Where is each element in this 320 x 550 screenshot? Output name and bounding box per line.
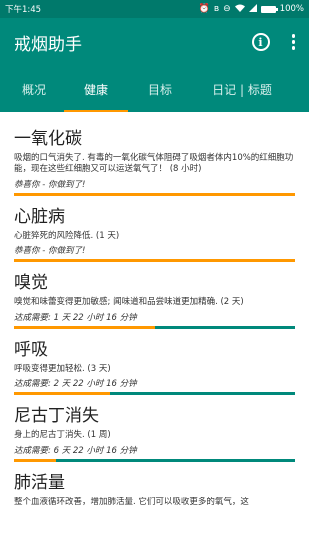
alarm-icon: ⏰ (198, 3, 210, 14)
tab-health[interactable]: 健康 (64, 66, 128, 112)
health-card-carbon-monoxide[interactable]: 一氧化碳 吸烟的口气消失了. 有毒的一氧化碳气体阻碍了吸烟者体内10%的红细胞功… (14, 118, 295, 196)
wifi-icon (234, 4, 245, 15)
health-card-smell[interactable]: 嗅觉 嗅觉和味蕾变得更加敏感; 闻味道和品尝味道更加精确. (2 天) 达成需要… (14, 262, 295, 329)
progress-bar (14, 192, 295, 196)
health-card-lung-capacity[interactable]: 肺活量 整个血液循环改善，增加肺活量. 它们可以吸收更多的氧气，这 (14, 462, 295, 508)
battery-charging-icon (260, 5, 278, 13)
status-icons: ⏰ ʙ ⊖ 100% (198, 3, 304, 15)
card-status: 达成需要: 1 天 22 小时 16 分钟 (14, 312, 137, 323)
health-list[interactable]: 一氧化碳 吸烟的口气消失了. 有毒的一氧化碳气体阻碍了吸烟者体内10%的红细胞功… (0, 112, 309, 508)
health-card-nicotine[interactable]: 尼古丁消失 身上的尼古丁消失. (1 周) 达成需要: 6 天 22 小时 16… (14, 395, 295, 462)
card-title: 尼古丁消失 (14, 406, 99, 427)
progress-bar (14, 259, 295, 263)
card-status: 恭喜你 - 你做到了! (14, 246, 86, 257)
health-card-breathing[interactable]: 呼吸 呼吸变得更加轻松. (3 天) 达成需要: 2 天 22 小时 16 分钟 (14, 329, 295, 396)
card-title: 呼吸 (14, 339, 48, 360)
tab-goals[interactable]: 目标 (128, 66, 192, 112)
progress-bar (14, 458, 295, 462)
dnd-icon: ⊖ (223, 3, 231, 14)
card-description: 呼吸变得更加轻松. (3 天) (14, 363, 111, 374)
card-status: 达成需要: 6 天 22 小时 16 分钟 (14, 445, 137, 456)
card-title: 肺活量 (14, 472, 65, 493)
card-description: 嗅觉和味蕾变得更加敏感; 闻味道和品尝味道更加精确. (2 天) (14, 297, 244, 308)
more-vert-icon[interactable] (288, 34, 300, 50)
tab-bar: 概况 健康 目标 日记 | 标题 (0, 66, 309, 112)
progress-bar (14, 325, 295, 329)
health-card-heart-disease[interactable]: 心脏病 心脏猝死的风险降低. (1 天) 恭喜你 - 你做到了! (14, 196, 295, 263)
status-time: 下午1:45 (5, 5, 42, 15)
card-title: 心脏病 (14, 206, 65, 227)
progress-bar (14, 392, 295, 396)
card-status: 达成需要: 2 天 22 小时 16 分钟 (14, 379, 137, 390)
app-title: 戒烟助手 (14, 34, 82, 55)
info-icon[interactable]: i (251, 33, 270, 51)
sim-icon (248, 3, 257, 15)
card-title: 嗅觉 (14, 273, 48, 294)
app-bar: 戒烟助手 i (0, 18, 309, 66)
status-bar: 下午1:45 ⏰ ʙ ⊖ 100% (0, 0, 309, 18)
tab-diary[interactable]: 日记 | 标题 (192, 66, 292, 112)
bluetooth-icon: ʙ (213, 3, 220, 14)
card-description: 整个血液循环改善，增加肺活量. 它们可以吸收更多的氧气，这 (14, 496, 249, 507)
card-description: 心脏猝死的风险降低. (1 天) (14, 230, 120, 241)
tab-overview[interactable]: 概况 (4, 66, 64, 112)
card-title: 一氧化碳 (14, 129, 82, 149)
battery-percentage: 100% (279, 4, 304, 14)
card-description: 吸烟的口气消失了. 有毒的一氧化碳气体阻碍了吸烟者体内10%的红细胞功能，现在这… (14, 153, 294, 175)
card-description: 身上的尼古丁消失. (1 周) (14, 430, 111, 441)
card-status: 恭喜你 - 你做到了! (14, 179, 86, 190)
